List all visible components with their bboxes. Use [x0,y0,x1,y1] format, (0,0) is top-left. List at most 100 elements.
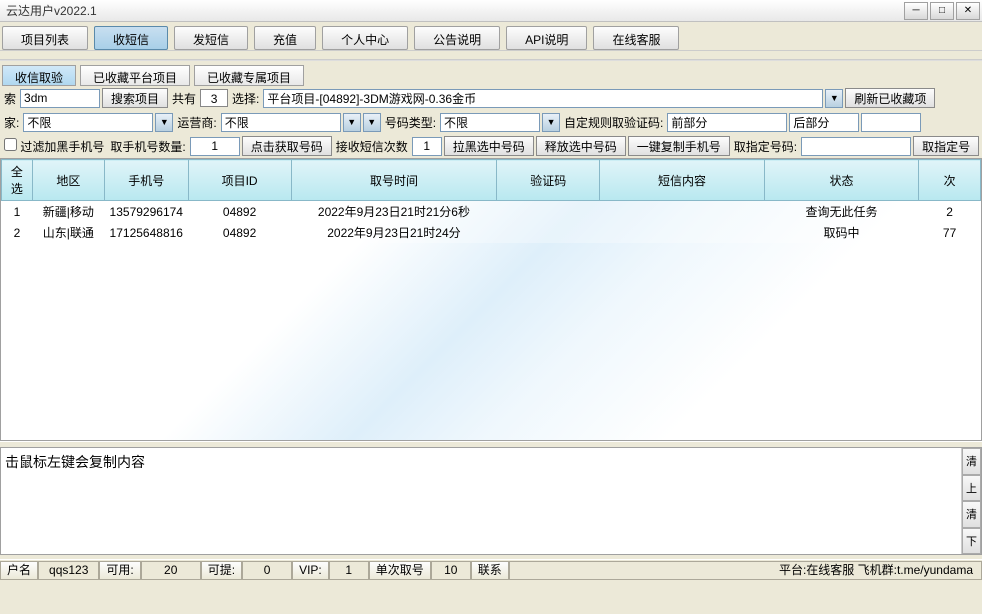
status-single-value: 10 [431,561,471,580]
col-phone[interactable]: 手机号 [104,160,188,201]
cell-phone: 13579296174 [104,201,188,223]
window-controls: ─ □ ✕ [904,2,980,20]
status-vip-label[interactable]: VIP: [292,561,329,580]
total-count: 3 [200,89,228,107]
cell-code [497,201,600,223]
col-region[interactable]: 地区 [32,160,104,201]
tab-send-sms[interactable]: 发短信 [174,26,248,50]
get-number-button[interactable]: 点击获取号码 [242,136,332,156]
search-row: 索 搜索项目 共有 3 选择: ▼ 刷新已收藏项 [0,86,982,110]
tab-api[interactable]: API说明 [506,26,587,50]
status-avail-label[interactable]: 可用: [99,561,140,580]
cell-msg [600,222,765,243]
copy-all-button[interactable]: 一键复制手机号 [628,136,730,156]
region-select[interactable] [23,113,153,132]
status-contact-label[interactable]: 联系 [471,561,509,580]
tab-personal[interactable]: 个人中心 [322,26,408,50]
search-input[interactable] [20,89,100,108]
blacklist-button[interactable]: 拉黑选中号码 [444,136,534,156]
tab-recharge[interactable]: 充值 [254,26,316,50]
action-row: 过滤加黑手机号 取手机号数量: 点击获取号码 接收短信次数 拉黑选中号码 释放选… [0,134,982,158]
status-avail-value: 20 [141,561,201,580]
numtype-dropdown-icon[interactable]: ▼ [542,113,560,132]
custom-rule-back[interactable] [789,113,859,132]
side-clear-1[interactable]: 清 [962,448,981,475]
cell-idx: 1 [2,201,33,223]
recv-count-input[interactable] [412,137,442,156]
col-select[interactable]: 全选 [2,160,33,201]
cell-msg [600,201,765,223]
cell-phone: 17125648816 [104,222,188,243]
recv-count-label: 接收短信次数 [334,138,410,155]
project-dropdown-icon[interactable]: ▼ [825,89,843,108]
get-count-label: 取手机号数量: [108,138,187,155]
cell-count: 77 [919,222,981,243]
cell-time: 2022年9月23日21时24分 [291,222,497,243]
col-code[interactable]: 验证码 [497,160,600,201]
status-withdraw-label[interactable]: 可提: [201,561,242,580]
numtype-label: 号码类型: [383,114,438,131]
side-up[interactable]: 上 [962,475,981,502]
table-header-row: 全选 地区 手机号 项目ID 取号时间 验证码 短信内容 状态 次 [2,160,981,201]
subtab-receive-verify[interactable]: 收信取验 [2,65,76,86]
tab-support[interactable]: 在线客服 [593,26,679,50]
get-count-input[interactable] [190,137,240,156]
cell-region: 山东|联通 [32,222,104,243]
operator-select[interactable] [221,113,341,132]
cell-pid: 04892 [188,222,291,243]
get-specific-button[interactable]: 取指定号 [913,136,979,156]
message-hint: 击鼠标左键会复制内容 [1,448,961,554]
side-clear-2[interactable]: 清 [962,501,981,528]
col-status[interactable]: 状态 [764,160,918,201]
specific-label: 取指定号码: [732,138,799,155]
col-pid[interactable]: 项目ID [188,160,291,201]
maximize-button[interactable]: □ [930,2,954,20]
extra-dropdown-icon[interactable]: ▼ [363,113,381,132]
operator-dropdown-icon[interactable]: ▼ [343,113,361,132]
cell-count: 2 [919,201,981,223]
project-select[interactable] [263,89,823,108]
custom-rule-label: 自定规则取验证码: [562,114,665,131]
side-down[interactable]: 下 [962,528,981,555]
col-count[interactable]: 次 [919,160,981,201]
region-dropdown-icon[interactable]: ▼ [155,113,173,132]
col-time[interactable]: 取号时间 [291,160,497,201]
cell-region: 新疆|移动 [32,201,104,223]
search-label: 索 [2,90,18,107]
filter-row: 家: ▼ 运营商: ▼ ▼ 号码类型: ▼ 自定规则取验证码: [0,110,982,134]
title-bar: 云达用户v2022.1 ─ □ ✕ [0,0,982,22]
col-msg[interactable]: 短信内容 [600,160,765,201]
close-button[interactable]: ✕ [956,2,980,20]
numtype-select[interactable] [440,113,540,132]
status-user-value: qqs123 [38,561,99,580]
status-user-label: 户名 [0,561,38,580]
tab-receive-sms[interactable]: 收短信 [94,26,168,50]
refresh-favorites-button[interactable]: 刷新已收藏项 [845,88,935,108]
custom-rule-extra[interactable] [861,113,921,132]
table-row[interactable]: 2山东|联通17125648816048922022年9月23日21时24分 取码… [2,222,981,243]
cell-status: 取码中 [764,222,918,243]
tab-announce[interactable]: 公告说明 [414,26,500,50]
status-platform-info: 平台:在线客服 飞机群:t.me/yundama [509,561,982,580]
status-bar: 户名 qqs123 可用: 20 可提: 0 VIP: 1 单次取号 10 联系… [0,559,982,581]
minimize-button[interactable]: ─ [904,2,928,20]
sub-tabs: 收信取验 已收藏平台项目 已收藏专属项目 [0,60,982,86]
region-label: 家: [2,114,21,131]
message-panel: 击鼠标左键会复制内容 清 上 清 下 [0,447,982,555]
specific-input[interactable] [801,137,911,156]
tab-project-list[interactable]: 项目列表 [2,26,88,50]
cell-idx: 2 [2,222,33,243]
table-row[interactable]: 1新疆|移动13579296174048922022年9月23日21时21分6秒… [2,201,981,223]
filter-black-checkbox[interactable] [4,138,17,151]
status-single-label[interactable]: 单次取号 [369,561,431,580]
search-button[interactable]: 搜索项目 [102,88,168,108]
cell-pid: 04892 [188,201,291,223]
custom-rule-front[interactable] [667,113,787,132]
filter-black-label[interactable]: 过滤加黑手机号 [2,138,106,155]
total-label: 共有 [170,90,198,107]
data-table[interactable]: 全选 地区 手机号 项目ID 取号时间 验证码 短信内容 状态 次 1新疆|移动… [1,159,981,243]
cell-time: 2022年9月23日21时21分6秒 [291,201,497,223]
subtab-fav-platform[interactable]: 已收藏平台项目 [80,65,190,86]
release-button[interactable]: 释放选中号码 [536,136,626,156]
subtab-fav-exclusive[interactable]: 已收藏专属项目 [194,65,304,86]
